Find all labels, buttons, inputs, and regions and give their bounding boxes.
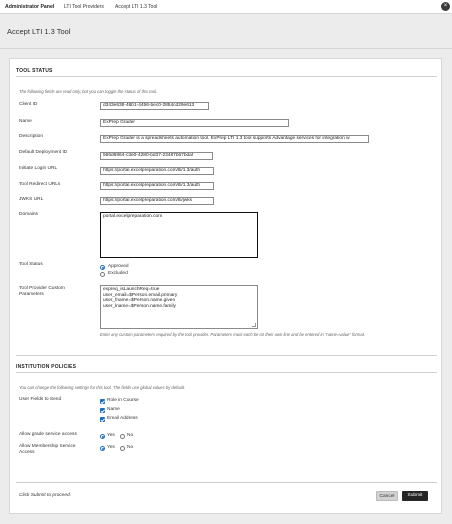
name-checkbox[interactable] — [100, 408, 105, 413]
domains-field[interactable]: portal.excelpreparation.com — [100, 212, 258, 258]
name-field[interactable]: ExPrep Grader — [100, 119, 289, 127]
jwks-url-label: JWKS URL — [19, 197, 44, 202]
breadcrumb-lti-tool-providers[interactable]: LTI Tool Providers — [64, 4, 104, 10]
membership-service-no-radio[interactable] — [120, 446, 125, 451]
email-address-checkbox[interactable] — [100, 417, 105, 422]
description-field[interactable]: ExPrep Grader is a spreadsheets automati… — [100, 135, 369, 143]
grade-service-label: Allow grade service access — [19, 432, 77, 437]
tool-redirect-urls-label: Tool Redirect URLs — [19, 182, 61, 187]
initiate-login-url-field[interactable]: https://portal.excelpreparation.com/lti/… — [100, 167, 214, 175]
membership-service-yes-label: Yes — [107, 445, 115, 450]
admin-panel-link[interactable]: Administrator Panel — [5, 4, 54, 10]
role-in-course-label: Role in Course — [107, 398, 139, 403]
excluded-radio[interactable] — [100, 272, 105, 277]
name-label: Name — [19, 119, 32, 124]
grade-service-no-label: No — [127, 433, 134, 438]
approved-label: Approved — [108, 264, 129, 269]
email-address-label: Email Address — [107, 416, 138, 421]
domains-label: Domains — [19, 212, 38, 217]
initiate-login-url-label: Initiate Login URL — [19, 166, 58, 171]
institution-policies-section-title: INSTITUTION POLICIES — [16, 364, 77, 370]
cancel-button[interactable]: Cancel — [376, 491, 398, 501]
role-in-course-checkbox[interactable] — [100, 399, 105, 404]
footer-divider — [16, 482, 437, 483]
tool-status-note: The following fields are read only, but … — [19, 89, 158, 94]
excluded-label: Excluded — [108, 271, 128, 276]
submit-hint: Click Submit to proceed. — [19, 493, 71, 498]
user-fields-label: User Fields to Send — [19, 397, 62, 402]
deployment-id-label: Default Deployment ID — [19, 150, 68, 155]
close-icon[interactable]: × — [441, 2, 450, 11]
approved-radio[interactable] — [100, 265, 105, 270]
tool-status-label: Tool Status — [19, 262, 43, 267]
membership-service-label: Allow Membership Service Access — [19, 444, 76, 455]
name-option-label: Name — [107, 407, 120, 412]
jwks-url-field[interactable]: https://portal.excelpreparation.com/lti/… — [100, 197, 214, 205]
section-divider — [16, 76, 437, 77]
page-title: Accept LTI 1.3 Tool — [7, 27, 71, 36]
custom-parameters-field[interactable]: expreq_isLaunchReq=true user_email=$Pers… — [100, 285, 258, 329]
tool-status-section-title: TOOL STATUS — [16, 68, 53, 74]
custom-parameters-label: Tool Provider Custom Parameters — [19, 286, 65, 297]
submit-button[interactable]: Submit — [402, 491, 428, 501]
deployment-id-field[interactable]: 566d6864-c3e0-4280-bd37-23487b67bdaf — [100, 152, 213, 160]
top-bar: Administrator Panel LTI Tool Providers A… — [0, 0, 452, 14]
breadcrumb-accept-lti-tool: Accept LTI 1.3 Tool — [115, 4, 158, 10]
description-label: Description — [19, 134, 43, 139]
client-id-field[interactable]: d343e638-46b1-4456-bec0-2854cd29e613 — [100, 102, 209, 110]
membership-service-no-label: No — [127, 445, 134, 450]
grade-service-yes-label: Yes — [107, 433, 115, 438]
institution-policies-note: You can change the following settings fo… — [19, 385, 186, 390]
section-divider — [16, 372, 437, 373]
section-divider — [16, 355, 437, 356]
grade-service-no-radio[interactable] — [120, 434, 125, 439]
custom-parameters-help: Enter any custom parameters required by … — [100, 332, 366, 337]
membership-service-yes-radio[interactable] — [100, 446, 105, 451]
tool-redirect-urls-field[interactable]: https://portal.excelpreparation.com/lti/… — [100, 182, 214, 190]
form-panel: TOOL STATUS The following fields are rea… — [9, 58, 442, 514]
title-divider — [0, 48, 452, 49]
client-id-label: Client ID — [19, 102, 38, 107]
resize-grip-icon[interactable] — [252, 323, 256, 327]
grade-service-yes-radio[interactable] — [100, 434, 105, 439]
